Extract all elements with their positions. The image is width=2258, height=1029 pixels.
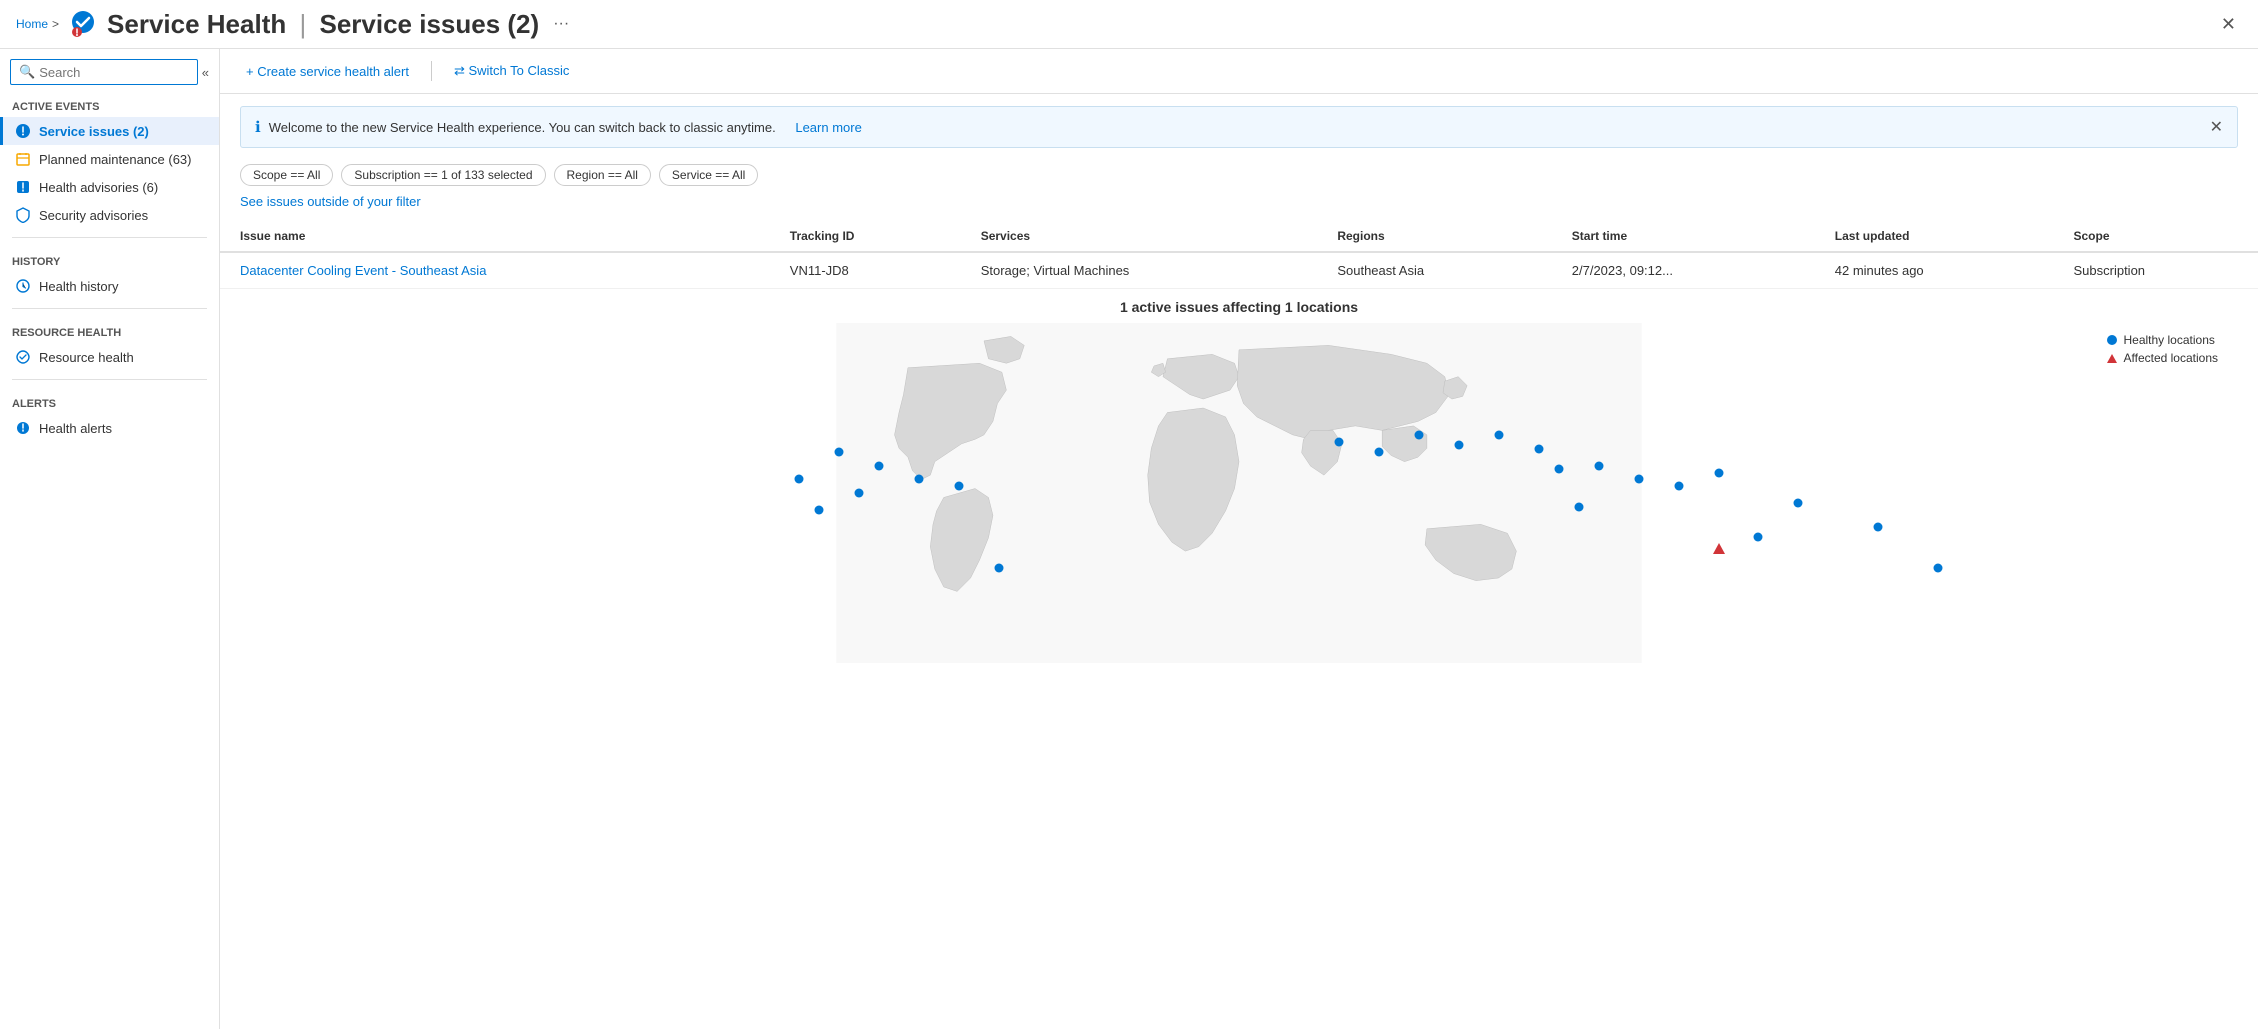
security-advisories-icon [15,207,31,223]
sidebar-item-service-issues-label: Service issues (2) [39,124,149,139]
sidebar-search-area: 🔍 « [0,49,219,91]
sidebar-item-health-alerts-label: Health alerts [39,421,112,436]
cell-tracking-id: VN11-JD8 [770,252,961,289]
sidebar-divider-1 [12,237,207,238]
health-history-icon [15,278,31,294]
service-health-icon [67,8,99,40]
info-banner-message: Welcome to the new Service Health experi… [269,120,776,135]
cell-regions: Southeast Asia [1317,252,1551,289]
top-bar: Home > Service Health | Service issues (… [0,0,2258,49]
banner-close-button[interactable]: ✕ [2210,117,2223,137]
sidebar-divider-3 [12,379,207,380]
filters-row: Scope == All Subscription == 1 of 133 se… [220,160,2258,192]
legend-affected-triangle [2107,354,2117,363]
more-options-button[interactable]: ··· [547,13,575,35]
page-title: Service Health | Service issues (2) [107,9,539,40]
col-last-updated: Last updated [1815,221,2054,252]
main-layout: 🔍 « ACTIVE EVENTS Service issues (2) Pla… [0,49,2258,1029]
sidebar-collapse-button[interactable]: « [202,65,209,80]
service-issues-icon [15,123,31,139]
cell-scope: Subscription [2053,252,2258,289]
top-bar-left: Home > Service Health | Service issues (… [16,8,575,40]
sidebar-item-planned-maintenance[interactable]: Planned maintenance (63) [0,145,219,173]
info-banner-text: ℹ Welcome to the new Service Health expe… [255,118,862,136]
cell-start-time: 2/7/2023, 09:12... [1552,252,1815,289]
toolbar-separator [431,61,432,81]
map-title: 1 active issues affecting 1 locations [240,299,2238,315]
info-banner: ℹ Welcome to the new Service Health expe… [240,106,2238,148]
cell-last-updated: 42 minutes ago [1815,252,2054,289]
active-events-label: ACTIVE EVENTS [0,91,219,117]
legend-healthy-label: Healthy locations [2123,333,2214,347]
search-icon: 🔍 [19,64,35,80]
legend-affected-label: Affected locations [2123,351,2218,365]
alerts-section: ALERTS Health alerts [0,388,219,442]
sidebar-item-health-history-label: Health history [39,279,118,294]
cell-issue-name: Datacenter Cooling Event - Southeast Asi… [220,252,770,289]
sidebar-item-resource-health-label: Resource health [39,350,134,365]
filter-service[interactable]: Service == All [659,164,758,186]
resource-health-section: RESOURCE HEALTH Resource health [0,317,219,371]
col-start-time: Start time [1552,221,1815,252]
map-container: Healthy locations Affected locations [240,323,2238,663]
col-regions: Regions [1317,221,1551,252]
map-legend: Healthy locations Affected locations [2107,333,2218,365]
issue-name-link[interactable]: Datacenter Cooling Event - Southeast Asi… [240,263,486,278]
filter-scope[interactable]: Scope == All [240,164,333,186]
info-icon: ℹ [255,118,261,136]
filter-subscription[interactable]: Subscription == 1 of 133 selected [341,164,545,186]
resource-health-icon [15,349,31,365]
map-section: 1 active issues affecting 1 locations [220,289,2258,663]
sidebar-item-planned-maintenance-label: Planned maintenance (63) [39,152,192,167]
sidebar-item-service-issues[interactable]: Service issues (2) [0,117,219,145]
filter-region[interactable]: Region == All [554,164,651,186]
main-content: + Create service health alert ⇄ Switch T… [220,49,2258,1029]
see-issues-link-area: See issues outside of your filter [220,192,2258,217]
legend-affected: Affected locations [2107,351,2218,365]
page-title-area: Service Health | Service issues (2) ··· [67,8,575,40]
switch-classic-button[interactable]: ⇄ Switch To Classic [448,59,575,83]
table-row: Datacenter Cooling Event - Southeast Asi… [220,252,2258,289]
issues-table-body: Datacenter Cooling Event - Southeast Asi… [220,252,2258,289]
history-label: HISTORY [0,246,219,272]
close-button[interactable]: ✕ [2215,12,2242,37]
sidebar-item-resource-health[interactable]: Resource health [0,343,219,371]
sidebar-item-health-advisories[interactable]: Health advisories (6) [0,173,219,201]
col-scope: Scope [2053,221,2258,252]
page-title-sep: | [299,9,306,39]
cell-services: Storage; Virtual Machines [961,252,1318,289]
legend-healthy: Healthy locations [2107,333,2218,347]
see-issues-outside-filter-link[interactable]: See issues outside of your filter [240,194,421,209]
history-section: HISTORY Health history [0,246,219,300]
world-map-svg [240,323,2238,663]
health-alerts-icon [15,420,31,436]
learn-more-link[interactable]: Learn more [795,120,861,135]
sidebar-divider-2 [12,308,207,309]
sidebar-search-box[interactable]: 🔍 [10,59,198,85]
sidebar-item-health-alerts[interactable]: Health alerts [0,414,219,442]
alerts-label: ALERTS [0,388,219,414]
breadcrumb: Home > [16,17,59,31]
breadcrumb-home[interactable]: Home [16,17,48,31]
col-services: Services [961,221,1318,252]
sidebar-item-security-advisories[interactable]: Security advisories [0,201,219,229]
content-toolbar: + Create service health alert ⇄ Switch T… [220,49,2258,94]
search-input[interactable] [39,65,189,80]
sidebar-item-health-history[interactable]: Health history [0,272,219,300]
sidebar-item-health-advisories-label: Health advisories (6) [39,180,158,195]
issues-table: Issue name Tracking ID Services Regions … [220,221,2258,289]
col-issue-name: Issue name [220,221,770,252]
health-advisories-icon [15,179,31,195]
breadcrumb-sep: > [52,17,59,31]
sidebar: 🔍 « ACTIVE EVENTS Service issues (2) Pla… [0,49,220,1029]
active-events-section: ACTIVE EVENTS Service issues (2) Planned… [0,91,219,229]
legend-healthy-dot [2107,335,2117,345]
issues-table-header: Issue name Tracking ID Services Regions … [220,221,2258,252]
planned-maintenance-icon [15,151,31,167]
create-alert-button[interactable]: + Create service health alert [240,60,415,83]
col-tracking-id: Tracking ID [770,221,961,252]
resource-health-label: RESOURCE HEALTH [0,317,219,343]
sidebar-item-security-advisories-label: Security advisories [39,208,148,223]
